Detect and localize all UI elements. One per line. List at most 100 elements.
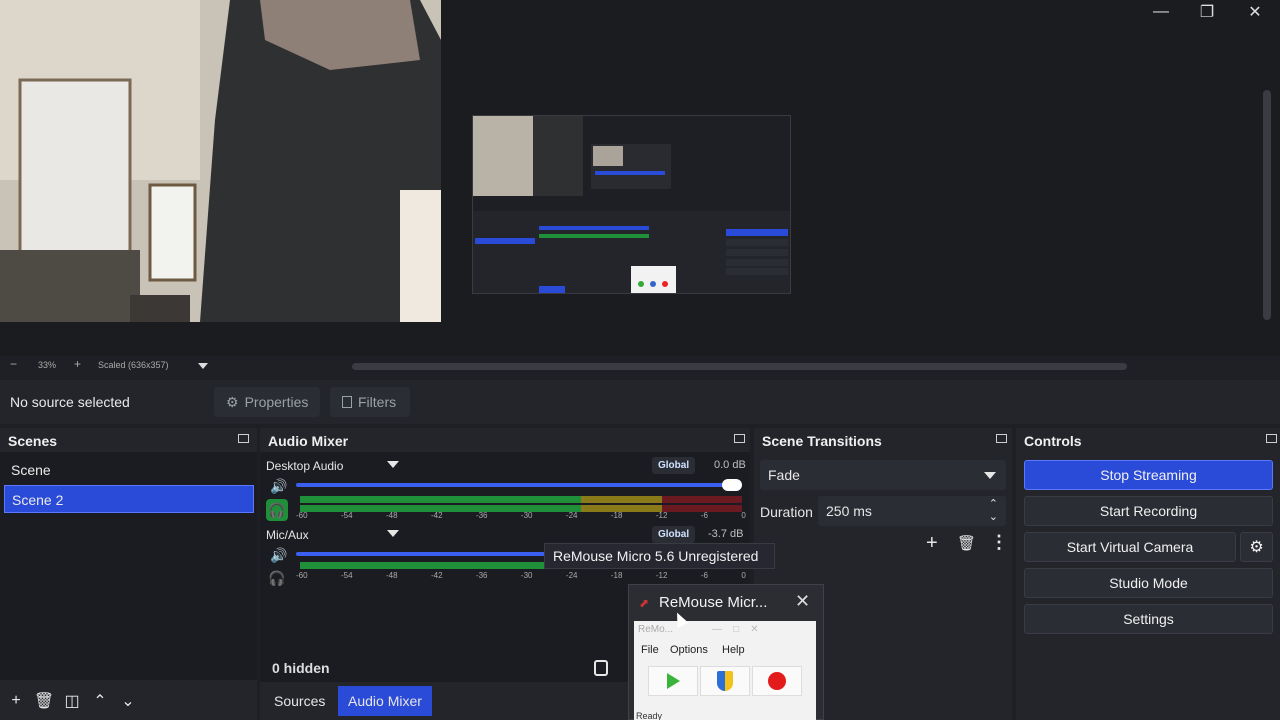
move-down-icon[interactable]: ⌄	[114, 688, 142, 714]
obs-window: — ❐ ✕ − 33% + Scaled (636x357) No source…	[0, 0, 1280, 720]
minimize-icon[interactable]: —	[1138, 0, 1184, 24]
scenes-toolbar: + 🗑 ◫ ⌃ ⌄	[2, 688, 142, 714]
properties-button[interactable]: ⚙ Properties	[214, 387, 320, 417]
preview-area[interactable]: — ❐ ✕	[0, 0, 1280, 356]
webcam-feed	[0, 0, 441, 322]
properties-label: Properties	[244, 394, 309, 410]
preview-horizontal-scrollbar[interactable]	[352, 363, 1127, 370]
tick-label: -30	[520, 511, 533, 520]
layout-toggle-icon[interactable]	[594, 660, 608, 676]
speaker-icon[interactable]: 🔊	[270, 547, 287, 564]
chevron-down-icon	[984, 472, 996, 479]
more-options-icon[interactable]: ⋮	[990, 532, 1008, 553]
dock-float-icon[interactable]	[1266, 434, 1277, 443]
duration-label: Duration	[760, 504, 813, 520]
move-up-icon[interactable]: ⌃	[86, 688, 114, 714]
mini-title: ReMo...	[638, 624, 674, 635]
tick-label: -12	[655, 571, 668, 580]
scene-item-active[interactable]: Scene 2	[4, 485, 254, 513]
add-icon[interactable]: +	[926, 532, 938, 555]
restore-icon[interactable]: ❐	[1184, 0, 1230, 24]
tick-label: -42	[430, 511, 443, 520]
duration-value: 250 ms	[826, 503, 872, 519]
play-icon	[666, 673, 680, 689]
close-icon[interactable]: ✕	[795, 591, 810, 612]
stop-streaming-button[interactable]: Stop Streaming	[1024, 460, 1273, 490]
speaker-icon[interactable]: 🔊	[270, 478, 287, 495]
popup-title: ReMouse Micr...	[659, 594, 768, 611]
virtual-camera-settings-button[interactable]: ⚙	[1240, 532, 1273, 562]
meter-ticks: -60 -54 -48 -42 -36 -30 -24 -18 -12 -6 0	[296, 511, 746, 520]
controls-title: Controls	[1024, 433, 1082, 449]
status-text: Ready	[636, 711, 663, 720]
meter-ticks: -60 -54 -48 -42 -36 -30 -24 -18 -12 -6 0	[296, 571, 746, 580]
scale-dropdown-icon[interactable]	[198, 363, 208, 369]
menu-options[interactable]: Options	[670, 644, 708, 656]
tick-label: -36	[475, 511, 488, 520]
trash-icon[interactable]: 🗑	[957, 534, 976, 552]
dock-float-icon[interactable]	[238, 434, 249, 443]
scene-item[interactable]: Scene	[4, 456, 254, 484]
audio-mixer-title: Audio Mixer	[268, 433, 349, 449]
zoom-in-button[interactable]: +	[74, 357, 81, 371]
audio-meter	[300, 496, 742, 503]
start-virtual-camera-button[interactable]: Start Virtual Camera	[1024, 532, 1236, 562]
tick-label: -24	[565, 571, 578, 580]
volume-slider-knob[interactable]	[722, 479, 742, 491]
tick-label: -12	[655, 511, 668, 520]
db-level: 0.0 dB	[714, 459, 746, 471]
tick-label: -18	[610, 511, 623, 520]
remouse-app-icon: ⬈	[639, 596, 650, 610]
tab-audio-mixer[interactable]: Audio Mixer	[338, 686, 432, 716]
hidden-count: 0 hidden	[272, 660, 330, 676]
chevron-down-icon[interactable]	[387, 461, 399, 468]
tick-label: -18	[610, 571, 623, 580]
headphones-off-icon[interactable]: 🎧	[266, 567, 288, 589]
settings-button[interactable]: Settings	[1024, 604, 1273, 634]
chevron-down-icon[interactable]	[387, 530, 399, 537]
chevron-down-icon[interactable]: ⌄	[989, 510, 998, 523]
record-button[interactable]	[752, 666, 802, 696]
volume-slider[interactable]	[296, 483, 736, 487]
tick-label: -60	[296, 571, 308, 580]
tick-label: -24	[565, 511, 578, 520]
shield-icon	[717, 671, 733, 691]
transition-selected: Fade	[768, 467, 800, 483]
trash-icon[interactable]: 🗑	[30, 688, 58, 714]
filter-icon	[342, 396, 352, 408]
duration-input[interactable]: 250 ms ⌃ ⌄	[818, 496, 1006, 526]
start-recording-button[interactable]: Start Recording	[1024, 496, 1273, 526]
menu-file[interactable]: File	[641, 644, 659, 656]
preview-vertical-scrollbar[interactable]	[1263, 90, 1271, 320]
tab-sources[interactable]: Sources	[264, 686, 335, 716]
nested-preview	[472, 115, 791, 294]
dock-float-icon[interactable]	[996, 434, 1007, 443]
menu-help[interactable]: Help	[722, 644, 745, 656]
filters-button[interactable]: Filters	[330, 387, 410, 417]
tick-label: -30	[520, 571, 533, 580]
shield-button[interactable]	[700, 666, 750, 696]
dock-float-icon[interactable]	[734, 434, 745, 443]
scenes-dock: Scenes Scene Scene 2 + 🗑 ◫ ⌃ ⌄	[0, 428, 257, 720]
context-bar: No source selected ⚙ Properties Filters	[0, 380, 1280, 424]
track-name: Mic/Aux	[266, 528, 309, 542]
tick-label: 0	[741, 571, 746, 580]
tick-label: -54	[340, 511, 353, 520]
global-badge: Global	[652, 526, 696, 543]
chevron-up-icon[interactable]: ⌃	[989, 497, 998, 510]
close-icon[interactable]: ✕	[1232, 0, 1278, 24]
headphones-icon[interactable]: 🎧	[266, 499, 288, 521]
zoom-level: 33%	[38, 360, 57, 370]
add-icon[interactable]: +	[2, 688, 30, 714]
filter-icon[interactable]: ◫	[58, 688, 86, 714]
track-name: Desktop Audio	[266, 459, 344, 473]
scale-mode: Scaled (636x357)	[98, 360, 169, 370]
zoom-out-button[interactable]: −	[10, 357, 17, 371]
studio-mode-button[interactable]: Studio Mode	[1024, 568, 1273, 598]
transition-select[interactable]: Fade	[760, 460, 1006, 490]
play-button[interactable]	[648, 666, 698, 696]
tick-label: -48	[385, 511, 398, 520]
tick-label: 0	[741, 511, 746, 520]
tick-label: -54	[340, 571, 353, 580]
tick-label: -6	[700, 571, 708, 580]
